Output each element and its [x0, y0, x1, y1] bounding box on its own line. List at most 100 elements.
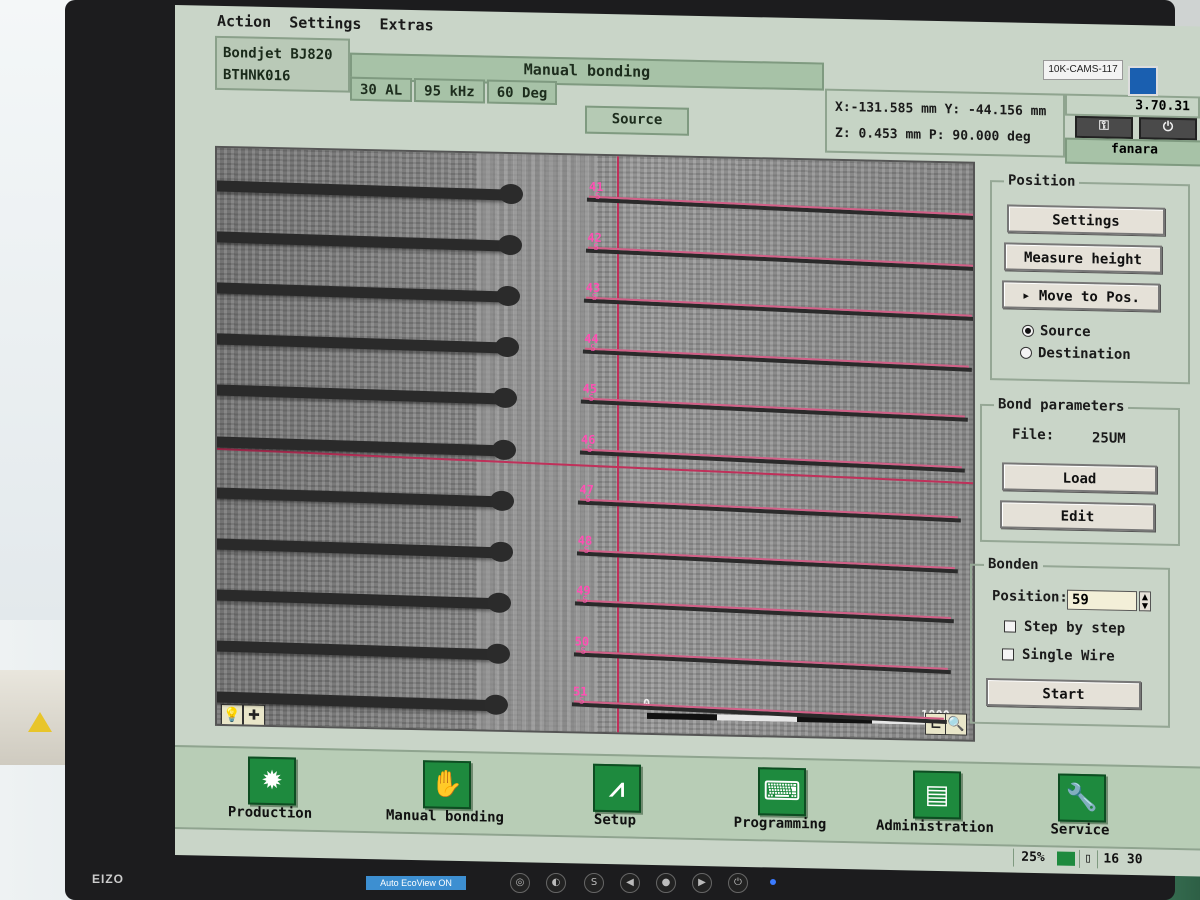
lead-finger: [215, 384, 502, 405]
move-to-pos-button[interactable]: ▸ Move to Pos.: [1002, 280, 1160, 312]
ecoview-label: Auto EcoView ON: [366, 876, 466, 890]
radio-source[interactable]: Source: [1022, 323, 1091, 340]
measure-height-button[interactable]: Measure height: [1004, 242, 1162, 274]
bond-ball: [496, 285, 520, 307]
nav-programming[interactable]: ⌨ Programming: [705, 758, 855, 841]
lead-finger: [215, 180, 508, 201]
bond-wire: [585, 248, 975, 271]
param-frequency: 95 kHz: [414, 78, 485, 104]
wire-source-marker: S: [590, 343, 596, 354]
nav-service[interactable]: 🔧 Service: [1005, 764, 1155, 847]
lead-finger: [215, 282, 505, 303]
wire-source-marker: S: [580, 645, 587, 657]
file-value: 25UM: [1092, 430, 1126, 447]
nav-setup-label: Setup: [593, 811, 637, 829]
position-spinner[interactable]: ▲ ▼: [1139, 591, 1151, 612]
settings-button[interactable]: Settings: [1007, 204, 1165, 236]
zoom-icon[interactable]: 🔍: [945, 713, 967, 736]
nav-production[interactable]: ✹ Production: [195, 747, 345, 830]
nav-administration[interactable]: ▤ Administration: [860, 761, 1010, 844]
machine-info: Bondjet BJ820 BTHNK016: [215, 35, 350, 93]
bond-wire: [574, 601, 954, 624]
position-title: Position: [1004, 172, 1080, 190]
machine-serial: BTHNK016: [223, 67, 291, 85]
wire-path-line: [578, 548, 955, 569]
bond-wire: [580, 399, 968, 422]
user-name: fanara: [1065, 137, 1200, 167]
bonden-title: Bonden: [984, 555, 1043, 574]
source-tab[interactable]: Source: [585, 105, 689, 136]
header-panel: Bondjet BJ820 BTHNK016 Manual bonding 30…: [215, 35, 1200, 167]
nav-manual-bonding[interactable]: ✋ Manual bonding: [370, 751, 520, 834]
lead-finger: [215, 537, 497, 558]
wire-path-line: [581, 448, 962, 468]
single-wire-label: Single Wire: [1022, 646, 1115, 665]
wire-source-marker: S: [591, 292, 598, 303]
start-button[interactable]: Start: [986, 677, 1141, 710]
param-wire: 30 AL: [350, 76, 413, 102]
radio-destination[interactable]: Destination: [1020, 345, 1131, 363]
hand-icon: ✋: [423, 760, 471, 810]
nav-service-label: Service: [1050, 821, 1110, 839]
wire-source-marker: S: [579, 696, 585, 707]
edit-button[interactable]: Edit: [1000, 500, 1155, 532]
power-led: [770, 879, 776, 885]
power-icon[interactable]: ⏻: [1139, 117, 1197, 141]
shelf-box: [0, 670, 70, 765]
right-icon[interactable]: ▶: [692, 873, 712, 893]
keyboard-icon: ⌨: [758, 767, 806, 817]
bulb-icon[interactable]: 💡: [221, 703, 243, 727]
file-label: File:: [1012, 426, 1055, 444]
nav-setup[interactable]: ⩘ Setup: [540, 755, 690, 838]
screen: Action Settings Extras Bondjet BJ820 BTH…: [175, 5, 1200, 877]
crosshair-icon[interactable]: ✚: [243, 704, 265, 727]
radio-dot: [1020, 346, 1032, 359]
nav-manual-bonding-label: Manual bonding: [385, 807, 504, 826]
bond-params-title: Bond parameters: [994, 396, 1129, 415]
step-by-step-checkbox[interactable]: Step by step: [1004, 618, 1125, 637]
zoom-level: 25%: [1013, 848, 1052, 868]
document-user-icon: ▤: [913, 770, 961, 820]
menu-settings[interactable]: Settings: [287, 13, 363, 39]
single-wire-checkbox[interactable]: Single Wire: [1002, 646, 1115, 665]
key-icon[interactable]: ⚿: [1075, 115, 1133, 140]
power-button-icon[interactable]: ⏻: [728, 873, 748, 893]
lead-finger: [215, 435, 500, 456]
lead-finger: [215, 640, 494, 661]
menu-action[interactable]: Action: [215, 12, 273, 37]
param-angle: 60 Deg: [486, 79, 558, 106]
gear-icon: ✹: [248, 756, 296, 806]
radio-destination-label: Destination: [1038, 345, 1131, 364]
position-input[interactable]: [1067, 589, 1137, 612]
checkbox-box: [1004, 620, 1016, 633]
bond-params-group: Bond parameters File: 25UM Load Edit: [980, 396, 1180, 547]
menu-extras[interactable]: Extras: [377, 15, 435, 40]
coords-zp: Z: 0.453 mm P: 90.000 deg: [835, 125, 1031, 145]
wire-path-line: [579, 498, 958, 519]
load-button[interactable]: Load: [1002, 462, 1157, 494]
monitor-button-icon[interactable]: ◎: [510, 873, 530, 893]
crosshair-vertical: [617, 156, 619, 737]
bond-wire: [586, 197, 975, 221]
radio-dot: [1022, 324, 1034, 337]
nav-administration-label: Administration: [875, 817, 994, 837]
volume-icon[interactable]: ◐: [546, 873, 566, 893]
window-icon[interactable]: ▯: [1079, 849, 1096, 869]
nav-production-label: Production: [227, 804, 313, 822]
machine-name: Bondjet BJ820: [223, 45, 333, 64]
nav-programming-label: Programming: [733, 814, 827, 833]
bond-ball: [497, 234, 522, 256]
position-group: Position Settings Measure height ▸ Move …: [990, 172, 1190, 385]
camera-view[interactable]: 0 1000 💡 ✚ ⊏ 🔍 41S42S43S44S45S46S47S48S4…: [215, 145, 975, 742]
position-label: Position:: [992, 588, 1068, 606]
lead-finger: [215, 333, 503, 354]
wire-path-line: [588, 195, 975, 217]
energy-sticker-icon: [1128, 66, 1158, 96]
signal-icon[interactable]: S: [584, 873, 604, 893]
compass-icon: ⩘: [593, 763, 641, 813]
bond-ball: [485, 643, 510, 664]
monitor-brand: EIZO: [92, 872, 125, 886]
wire-path-line: [576, 599, 951, 620]
enter-icon[interactable]: ●: [656, 873, 676, 893]
left-icon[interactable]: ◀: [620, 873, 640, 893]
